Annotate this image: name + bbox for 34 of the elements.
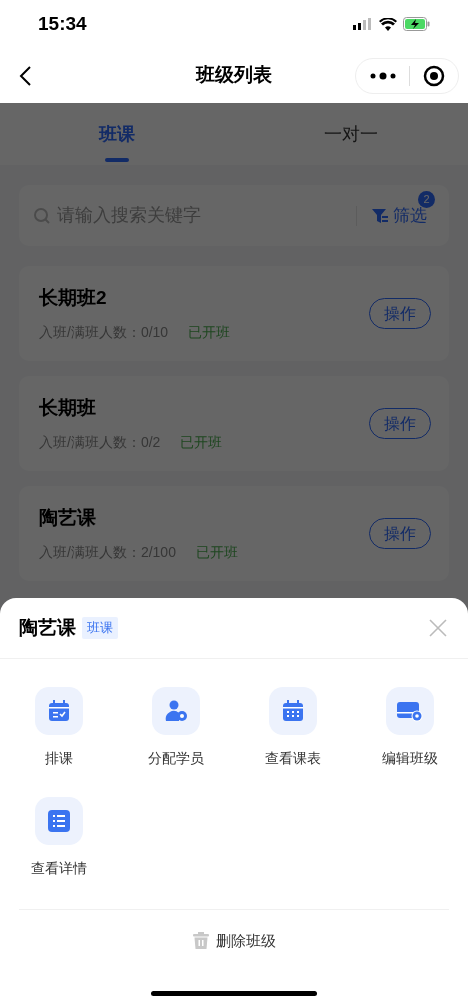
calendar-icon [281,700,304,722]
class-type-tag: 班课 [82,617,118,639]
class-name: 长期班 [39,395,97,420]
delete-class-button[interactable]: 删除班级 [192,930,276,953]
trash-icon [192,932,210,951]
calendar-check-icon [47,700,70,722]
status-text: 已开班 [188,323,231,343]
board-gear-icon [396,700,423,722]
status-text: 已开班 [180,433,223,453]
tab[interactable]: 班课 [0,103,234,165]
user-gear-icon [164,700,187,722]
list-icon [47,810,70,832]
status-time: 15:34 [38,11,87,36]
filter-icon [371,206,389,225]
class-name: 长期班2 [39,285,108,310]
filter-count-badge: 2 [418,190,435,208]
sheet-title: 陶艺课 [19,615,76,640]
page-title: 班级列表 [196,63,272,88]
back-icon[interactable] [18,65,32,87]
action-item[interactable]: 排课 [0,687,117,769]
action-item[interactable]: 查看课表 [234,687,351,769]
battery-icon [403,17,430,31]
status-text: 已开班 [195,543,238,563]
close-mini-program-icon[interactable] [423,65,445,87]
wifi-icon [379,17,397,31]
class-name: 陶艺课 [39,505,97,530]
filter-button[interactable]: 筛选 2 [371,190,435,229]
action-item[interactable]: 查看详情 [0,797,117,879]
signal-icon [353,18,373,30]
more-icon[interactable] [370,72,396,80]
action-item[interactable]: 编辑班级 [351,687,468,769]
search-icon [33,206,51,225]
tab[interactable]: 一对一 [234,103,468,165]
action-item[interactable]: 分配学员 [117,687,234,769]
